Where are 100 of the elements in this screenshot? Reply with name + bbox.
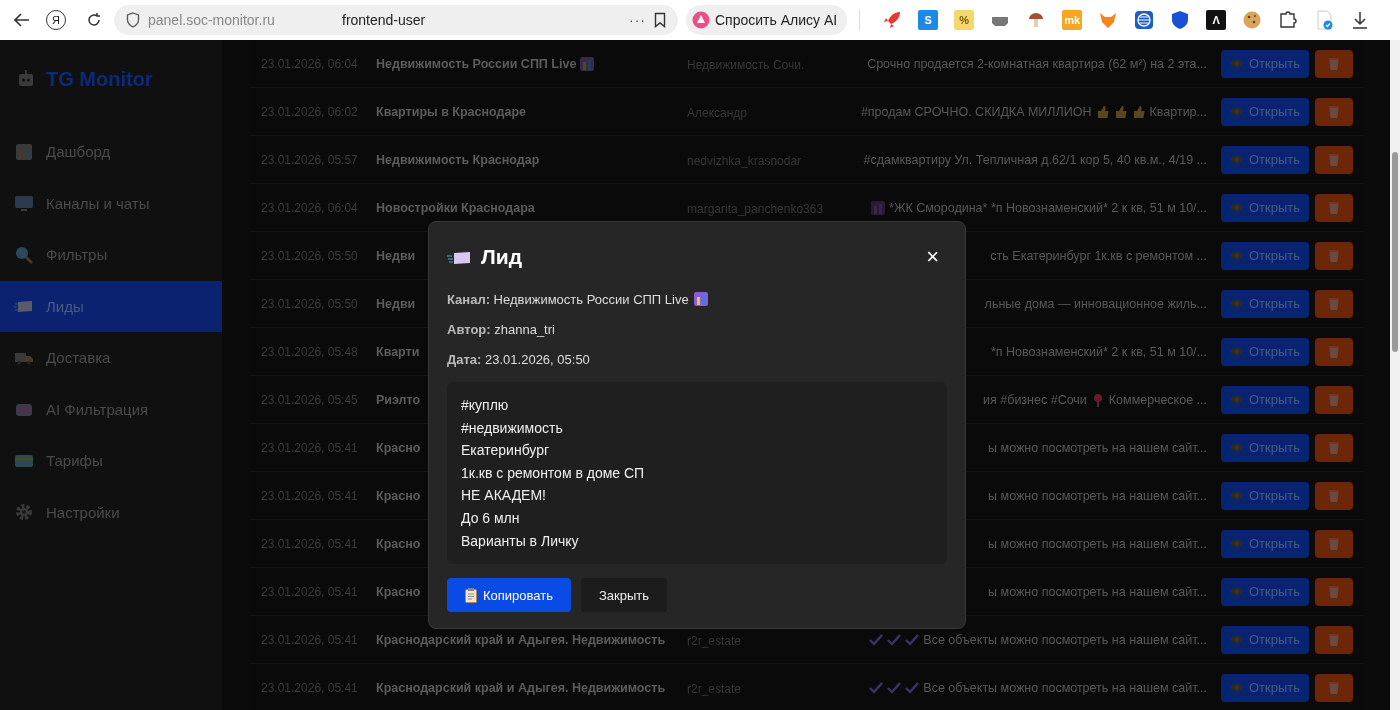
back-icon[interactable] [14,13,30,27]
globe-icon[interactable] [1134,10,1155,30]
document-icon[interactable] [1314,10,1335,30]
channel-cell: Недвижимость России СПП Live [376,56,577,71]
sidebar-item[interactable]: Настройки [0,486,222,538]
reload-icon[interactable] [86,12,102,28]
delete-button[interactable] [1315,241,1353,270]
rocket-icon[interactable] [882,10,903,30]
open-button[interactable]: Открыть [1221,193,1309,222]
sidebar-item[interactable]: Дашборд [0,126,222,178]
message-preview: #продам СРОЧНО. СКИДКА МИЛЛИОН [860,104,1092,119]
open-button[interactable]: Открыть [1221,577,1309,606]
url-path: frontend-user [342,12,427,28]
delete-button[interactable] [1315,481,1353,510]
message-line: Варианты в Личку [461,531,580,551]
open-button[interactable]: Открыть [1221,481,1309,510]
close-dialog-button[interactable]: Закрыть [581,578,668,613]
message-preview: льные дома — инновационное жиль... [984,296,1207,311]
close-button[interactable]: × [918,244,947,270]
open-button[interactable]: Открыть [1221,97,1309,126]
channel-cell: Краснодарский край и Адыгея. Недвижимость [376,680,666,695]
open-button[interactable]: Открыть [1221,289,1309,318]
sidebar-item[interactable]: Доставка [0,332,222,384]
trash-icon [1328,489,1340,502]
channel-cell: Недвижимость Краснодар [376,152,540,167]
check-icon [887,632,902,647]
eye-icon [1229,347,1243,356]
message-preview: Квартир... [1149,104,1207,119]
check-icon [887,680,902,695]
eye-icon [1229,587,1243,596]
search-icon [14,244,34,265]
field-text: Дата: 23.01.2026, 05:50 [447,351,590,367]
eye-icon [1229,251,1243,260]
extension-icon[interactable]: S [918,10,939,30]
channel-cell: Красно [376,584,421,599]
delete-button[interactable] [1315,625,1353,654]
delete-button[interactable] [1315,289,1353,318]
trash-icon [1328,249,1340,262]
bookmark-icon[interactable] [654,12,666,28]
sidebar-item[interactable]: AI Фильтрация [0,383,222,435]
delete-button[interactable] [1315,673,1353,702]
delete-button[interactable] [1315,577,1353,606]
check-icon [905,632,920,647]
open-button[interactable]: Открыть [1221,529,1309,558]
message-line: 1к.кв с ремонтом в доме СП [461,463,646,483]
trash-icon [1328,153,1340,166]
check-icon [869,680,884,695]
open-button[interactable]: Открыть [1221,241,1309,270]
eye-icon [1229,107,1243,116]
message-line: Екатеринбург [461,441,551,460]
open-button[interactable]: Открыть [1221,625,1309,654]
puzzle-icon[interactable] [1278,10,1299,30]
open-button[interactable]: Открыть [1221,385,1309,414]
trash-icon [1328,393,1340,406]
sidebar-item[interactable]: Лиды [0,280,222,332]
trash-icon [1328,441,1340,454]
open-button[interactable]: Открыть [1221,433,1309,462]
extension-icon[interactable]: mk [1062,10,1083,30]
channel-cell: Риэлто [376,392,421,407]
delete-button[interactable] [1315,337,1353,366]
sidebar-item[interactable]: Тарифы [0,435,222,487]
channel-cell: Недви [376,248,416,263]
more-button[interactable]: ··· [629,12,646,28]
delete-button[interactable] [1315,193,1353,222]
sidebar-item[interactable]: Фильтры [0,229,222,281]
channel-cell: Новостройки Краснодара [376,200,535,215]
message-preview: ы можно посмотреть на нашем сайт... [988,584,1207,599]
trash-icon [1328,201,1340,214]
extension-icon[interactable]: Λ [1206,10,1227,30]
trash-icon [1328,585,1340,598]
delete-button[interactable] [1315,49,1353,78]
trash-icon [1328,345,1340,358]
channel-cell: Краснодарский край и Адыгея. Недвижимость [376,632,666,647]
copy-button[interactable]: Копировать [447,578,571,613]
sidebar-item[interactable]: Каналы и чаты [0,177,222,229]
extension-icon[interactable]: % [954,10,975,30]
delete-button[interactable] [1315,145,1353,174]
thumbs-up-icon [1095,104,1110,119]
message-preview: ы можно посмотреть на нашем сайт... [988,440,1207,455]
trash-icon [1328,297,1340,310]
shield-icon[interactable] [1170,10,1191,30]
channel-cell: Недви [376,296,416,311]
channel-cell: Кварти [376,344,420,359]
open-button[interactable]: Открыть [1221,673,1309,702]
fox-icon[interactable] [1098,10,1119,30]
delete-button[interactable] [1315,433,1353,462]
check-icon [869,632,884,647]
open-button[interactable]: Открыть [1221,49,1309,78]
open-button[interactable]: Открыть [1221,145,1309,174]
delete-button[interactable] [1315,97,1353,126]
delete-button[interactable] [1315,385,1353,414]
channel-cell: Красно [376,488,421,503]
address-bar[interactable]: panel.soc-monitor.ru frontend-user ··· [114,5,678,35]
scrollbar[interactable] [1390,40,1400,710]
delete-button[interactable] [1315,529,1353,558]
ask-alice-button[interactable]: Спросить Алису AI [686,5,848,35]
message-preview: #сдамквартиру Ул. Тепличная д.62/1 кор 5, 40 кв.м., 4/19 ... [863,152,1207,167]
eye-icon [1229,683,1243,692]
open-button[interactable]: Открыть [1221,337,1309,366]
cookie-icon[interactable] [1242,10,1263,30]
